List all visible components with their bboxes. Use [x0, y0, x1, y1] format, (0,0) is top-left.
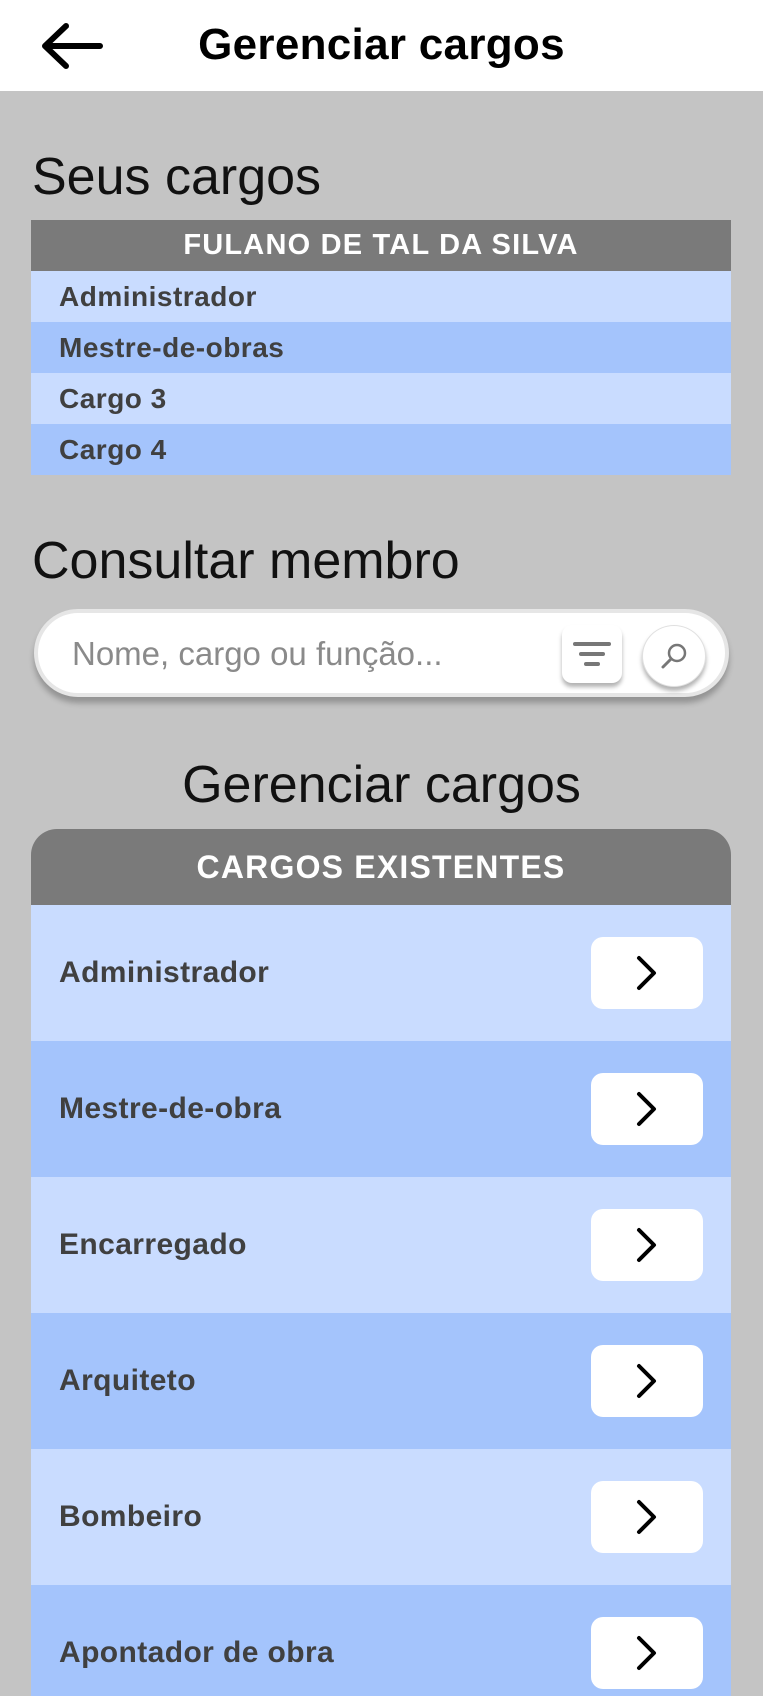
filter-icon: [573, 642, 611, 666]
role-row: Apontador de obra: [31, 1585, 731, 1696]
role-label: Administrador: [59, 956, 270, 989]
role-label: Arquiteto: [59, 1364, 196, 1397]
top-bar: Gerenciar cargos: [0, 0, 763, 91]
user-name-header: FULANO DE TAL DA SILVA: [31, 220, 731, 271]
existing-roles-table: CARGOS EXISTENTES Administrador Mestre-d…: [31, 829, 731, 1696]
open-role-button[interactable]: [591, 1209, 703, 1281]
filter-button[interactable]: [562, 625, 622, 683]
role-row: Arquiteto: [31, 1313, 731, 1449]
role-label: Bombeiro: [59, 1500, 203, 1533]
my-role-item: Cargo 4: [31, 424, 731, 475]
search-bar: [34, 609, 729, 697]
role-row: Administrador: [31, 905, 731, 1041]
my-roles-table: FULANO DE TAL DA SILVA Administrador Mes…: [31, 220, 731, 475]
search-icon: [661, 643, 687, 669]
open-role-button[interactable]: [591, 1481, 703, 1553]
my-role-item: Cargo 3: [31, 373, 731, 424]
my-role-item: Mestre-de-obras: [31, 322, 731, 373]
manage-roles-title: Gerenciar cargos: [182, 756, 581, 814]
open-role-button[interactable]: [591, 1345, 703, 1417]
chevron-right-icon: [637, 1092, 656, 1126]
existing-roles-header: CARGOS EXISTENTES: [31, 829, 731, 905]
role-row: Encarregado: [31, 1177, 731, 1313]
chevron-right-icon: [637, 1228, 656, 1262]
my-role-item: Administrador: [31, 271, 731, 322]
chevron-right-icon: [637, 1364, 656, 1398]
chevron-right-icon: [637, 1500, 656, 1534]
search-input[interactable]: [72, 629, 542, 679]
role-row: Mestre-de-obra: [31, 1041, 731, 1177]
search-button[interactable]: [642, 625, 706, 687]
open-role-button[interactable]: [591, 937, 703, 1009]
role-row: Bombeiro: [31, 1449, 731, 1585]
my-roles-title: Seus cargos: [32, 148, 322, 206]
role-label: Encarregado: [59, 1228, 247, 1261]
page-title: Gerenciar cargos: [198, 20, 565, 69]
open-role-button[interactable]: [591, 1073, 703, 1145]
open-role-button[interactable]: [591, 1617, 703, 1689]
chevron-right-icon: [637, 956, 656, 990]
chevron-right-icon: [637, 1636, 656, 1670]
search-member-title: Consultar membro: [32, 532, 460, 590]
role-label: Apontador de obra: [59, 1636, 335, 1669]
role-label: Mestre-de-obra: [59, 1092, 282, 1125]
